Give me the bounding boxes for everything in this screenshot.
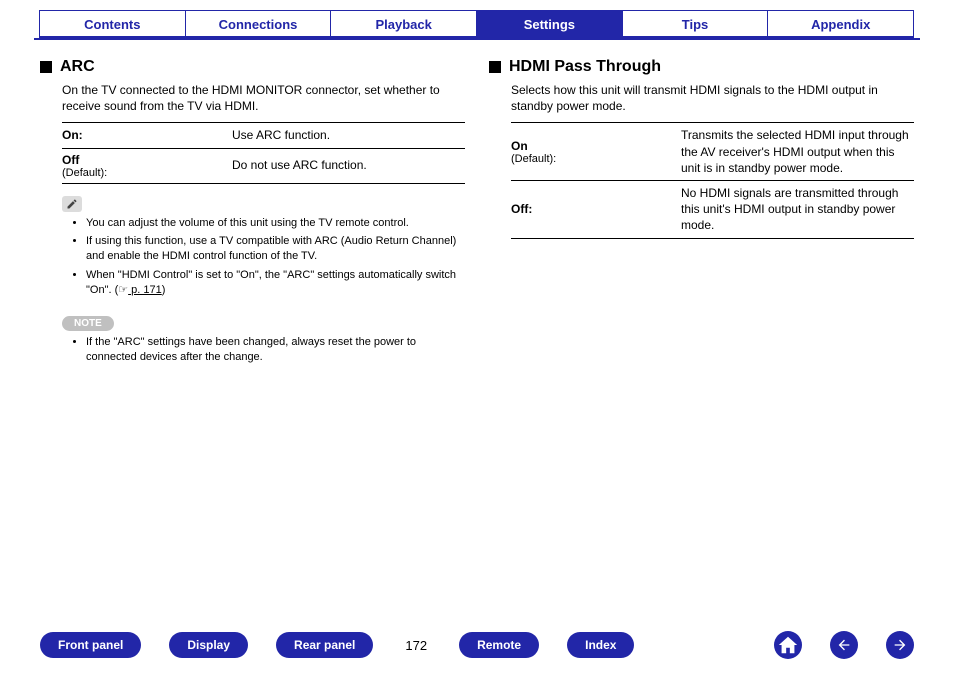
nav-display[interactable]: Display <box>169 632 248 658</box>
hdmi-option-off: Off: No HDMI signals are transmitted thr… <box>511 181 914 238</box>
arc-tip-1: You can adjust the volume of this unit u… <box>86 216 465 231</box>
hdmi-option-on: On (Default): Transmits the selected HDM… <box>511 123 914 181</box>
nav-front-panel[interactable]: Front panel <box>40 632 141 658</box>
arc-option-on-label: On: <box>62 128 232 142</box>
home-icon[interactable] <box>774 631 802 659</box>
arc-title: ARC <box>60 58 95 76</box>
arc-option-on: On: Use ARC function. <box>62 123 465 148</box>
tab-contents[interactable]: Contents <box>39 10 186 38</box>
arc-tips-list: You can adjust the volume of this unit u… <box>74 216 465 298</box>
note-label: NOTE <box>62 316 114 331</box>
arc-intro: On the TV connected to the HDMI MONITOR … <box>62 82 465 114</box>
hdmi-option-on-desc: Transmits the selected HDMI input throug… <box>681 127 914 176</box>
tab-connections[interactable]: Connections <box>185 10 332 38</box>
hdmi-section: HDMI Pass Through Selects how this unit … <box>489 58 914 368</box>
tab-settings[interactable]: Settings <box>476 10 623 38</box>
nav-rear-panel[interactable]: Rear panel <box>276 632 373 658</box>
hdmi-title-row: HDMI Pass Through <box>489 58 914 76</box>
square-bullet-icon <box>489 61 501 73</box>
tab-appendix[interactable]: Appendix <box>767 10 914 38</box>
arc-section: ARC On the TV connected to the HDMI MONI… <box>40 58 465 368</box>
arc-note-1: If the "ARC" settings have been changed,… <box>86 335 465 365</box>
nav-remote[interactable]: Remote <box>459 632 539 658</box>
arc-tip-3: When "HDMI Control" is set to "On", the … <box>86 268 465 298</box>
hdmi-option-on-label: On (Default): <box>511 139 681 165</box>
arc-option-on-desc: Use ARC function. <box>232 127 465 143</box>
page-number: 172 <box>401 638 431 653</box>
hdmi-intro: Selects how this unit will transmit HDMI… <box>511 82 914 114</box>
arc-title-row: ARC <box>40 58 465 76</box>
content-area: ARC On the TV connected to the HDMI MONI… <box>0 40 954 368</box>
arc-options-table: On: Use ARC function. Off (Default): Do … <box>62 122 465 183</box>
page-link-171[interactable]: p. 171 <box>128 284 162 296</box>
hdmi-options-table: On (Default): Transmits the selected HDM… <box>511 122 914 238</box>
arc-option-off: Off (Default): Do not use ARC function. <box>62 149 465 183</box>
tab-playback[interactable]: Playback <box>330 10 477 38</box>
bottom-nav-bar: Front panel Display Rear panel 172 Remot… <box>0 631 954 659</box>
arc-tip-2: If using this function, use a TV compati… <box>86 234 465 264</box>
prev-page-icon[interactable] <box>830 631 858 659</box>
square-bullet-icon <box>40 61 52 73</box>
hdmi-option-off-desc: No HDMI signals are transmitted through … <box>681 185 914 234</box>
tab-tips[interactable]: Tips <box>622 10 769 38</box>
nav-index[interactable]: Index <box>567 632 634 658</box>
hdmi-title: HDMI Pass Through <box>509 58 661 76</box>
next-page-icon[interactable] <box>886 631 914 659</box>
top-tab-bar: Contents Connections Playback Settings T… <box>0 0 954 38</box>
hdmi-option-off-label: Off: <box>511 202 681 216</box>
arc-option-off-desc: Do not use ARC function. <box>232 157 465 173</box>
pencil-icon <box>62 196 82 212</box>
arc-notes-list: If the "ARC" settings have been changed,… <box>74 335 465 365</box>
arc-option-off-label: Off (Default): <box>62 153 232 179</box>
